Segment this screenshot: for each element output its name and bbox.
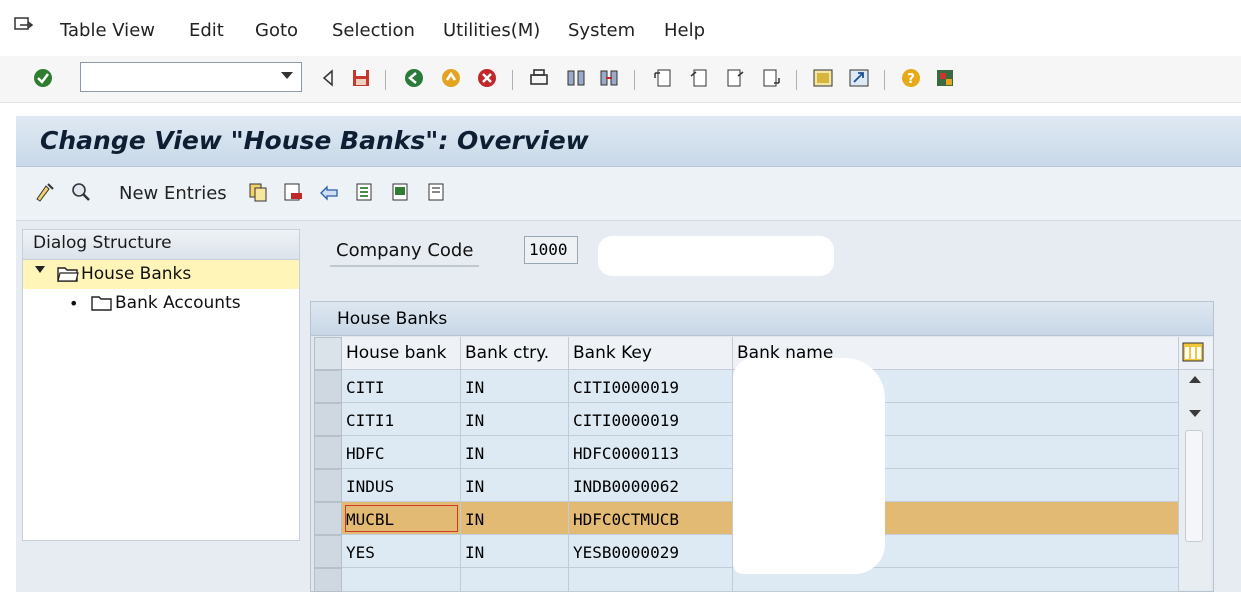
customize-layout-icon[interactable] [934,67,956,89]
scroll-down-icon[interactable] [1189,410,1201,417]
row-selector[interactable] [314,370,342,403]
row-selector[interactable] [314,469,342,502]
last-page-icon[interactable] [760,67,782,89]
dialog-structure-tree: Dialog Structure House Banks • Bank Acco… [22,229,300,541]
tree-item-label: House Banks [81,264,192,284]
menu-goto[interactable]: Goto [255,20,298,41]
row-selector[interactable] [314,568,342,592]
select-all-icon[interactable] [354,181,376,203]
cell-house-bank[interactable]: YES [342,535,461,568]
page-title: Change View "House Banks": Overview [40,126,589,155]
select-all-rows-cell[interactable] [314,337,342,370]
title-bar: Change View "House Banks": Overview [16,116,1241,167]
table-title: House Banks [311,302,1213,336]
tree-item-bank-accounts[interactable]: • Bank Accounts [23,289,299,318]
cell-bank-key[interactable]: INDB0000062 [569,469,733,502]
menu-edit[interactable]: Edit [189,20,224,41]
cell-bank-country[interactable]: IN [461,502,569,535]
scroll-up-icon[interactable] [1189,376,1201,383]
cell-bank-country[interactable] [461,568,569,592]
new-entries-button[interactable]: New Entries [119,183,227,204]
menu-icon[interactable] [14,17,34,35]
back-icon[interactable] [318,67,340,89]
display-details-icon[interactable] [70,181,92,203]
cell-house-bank[interactable]: CITI [342,370,461,403]
application-toolbar: New Entries [16,167,1241,221]
company-code-label: Company Code [330,240,480,267]
folder-icon [91,296,112,311]
cell-bank-key[interactable]: YESB0000029 [569,535,733,568]
redacted-company-name [598,236,834,276]
print-icon[interactable] [528,67,550,89]
next-page-icon[interactable] [724,67,746,89]
menu-utilities[interactable]: Utilities(M) [443,20,540,41]
dialog-structure-header: Dialog Structure [23,230,299,260]
menu-bar: Table View Edit Goto Selection Utilities… [0,0,1241,56]
cell-house-bank[interactable]: INDUS [342,469,461,502]
previous-page-icon[interactable] [688,67,710,89]
cell-house-bank[interactable]: CITI1 [342,403,461,436]
tree-item-house-banks[interactable]: House Banks [23,260,299,289]
row-selector[interactable] [314,535,342,568]
help-icon[interactable]: ? [900,67,922,89]
row-selector[interactable] [314,436,342,469]
cell-bank-country[interactable]: IN [461,469,569,502]
display-change-icon[interactable] [34,181,56,203]
delete-icon[interactable] [282,181,304,203]
enter-icon[interactable] [32,67,54,89]
find-next-icon[interactable] [598,67,620,89]
command-field[interactable] [80,62,302,92]
find-icon[interactable] [565,67,587,89]
cell-bank-key[interactable]: CITI0000019 [569,370,733,403]
deselect-all-icon[interactable] [426,181,448,203]
cell-bank-key[interactable]: HDFC0CTMUCB [569,502,733,535]
row-selector[interactable] [314,403,342,436]
column-header-bank-key[interactable]: Bank Key [569,337,733,370]
undo-change-icon[interactable] [318,181,340,203]
menu-table-view[interactable]: Table View [60,20,155,41]
column-header-bank-country[interactable]: Bank ctry. [461,337,569,370]
back-green-icon[interactable] [403,67,425,89]
tree-item-label: Bank Accounts [115,293,241,313]
first-page-icon[interactable] [652,67,674,89]
cell-bank-key[interactable]: CITI0000019 [569,403,733,436]
cancel-icon[interactable] [476,67,498,89]
table-settings-icon[interactable] [1182,342,1204,362]
save-icon[interactable] [350,67,372,89]
cell-bank-country[interactable]: IN [461,535,569,568]
scroll-thumb[interactable] [1185,430,1203,542]
cell-house-bank[interactable]: MUCBL [342,502,461,535]
cell-bank-country[interactable]: IN [461,436,569,469]
expand-arrow-icon[interactable] [35,266,45,273]
shortcut-icon[interactable] [848,67,870,89]
cell-house-bank[interactable] [342,568,461,592]
chevron-down-icon[interactable] [281,72,293,79]
cell-bank-country[interactable]: IN [461,370,569,403]
open-folder-icon [57,267,79,282]
vertical-scrollbar[interactable] [1179,370,1211,590]
column-header-house-bank[interactable]: House bank [342,337,461,370]
select-block-icon[interactable] [390,181,412,203]
cell-bank-key[interactable] [569,568,733,592]
svg-text:?: ? [907,72,915,87]
dialog-structure-panel: Dialog Structure House Banks • Bank Acco… [16,221,308,592]
redacted-bank-names [733,358,885,574]
company-code-field[interactable]: 1000 [524,236,578,264]
bullet-icon: • [69,294,79,313]
menu-system[interactable]: System [568,20,635,41]
copy-as-icon[interactable] [247,181,269,203]
row-selector[interactable] [314,502,342,535]
cell-bank-key[interactable]: HDFC0000113 [569,436,733,469]
cell-bank-country[interactable]: IN [461,403,569,436]
create-session-icon[interactable] [812,67,834,89]
menu-help[interactable]: Help [664,20,705,41]
menu-selection[interactable]: Selection [332,20,415,41]
cell-house-bank[interactable]: HDFC [342,436,461,469]
exit-icon[interactable] [440,67,462,89]
